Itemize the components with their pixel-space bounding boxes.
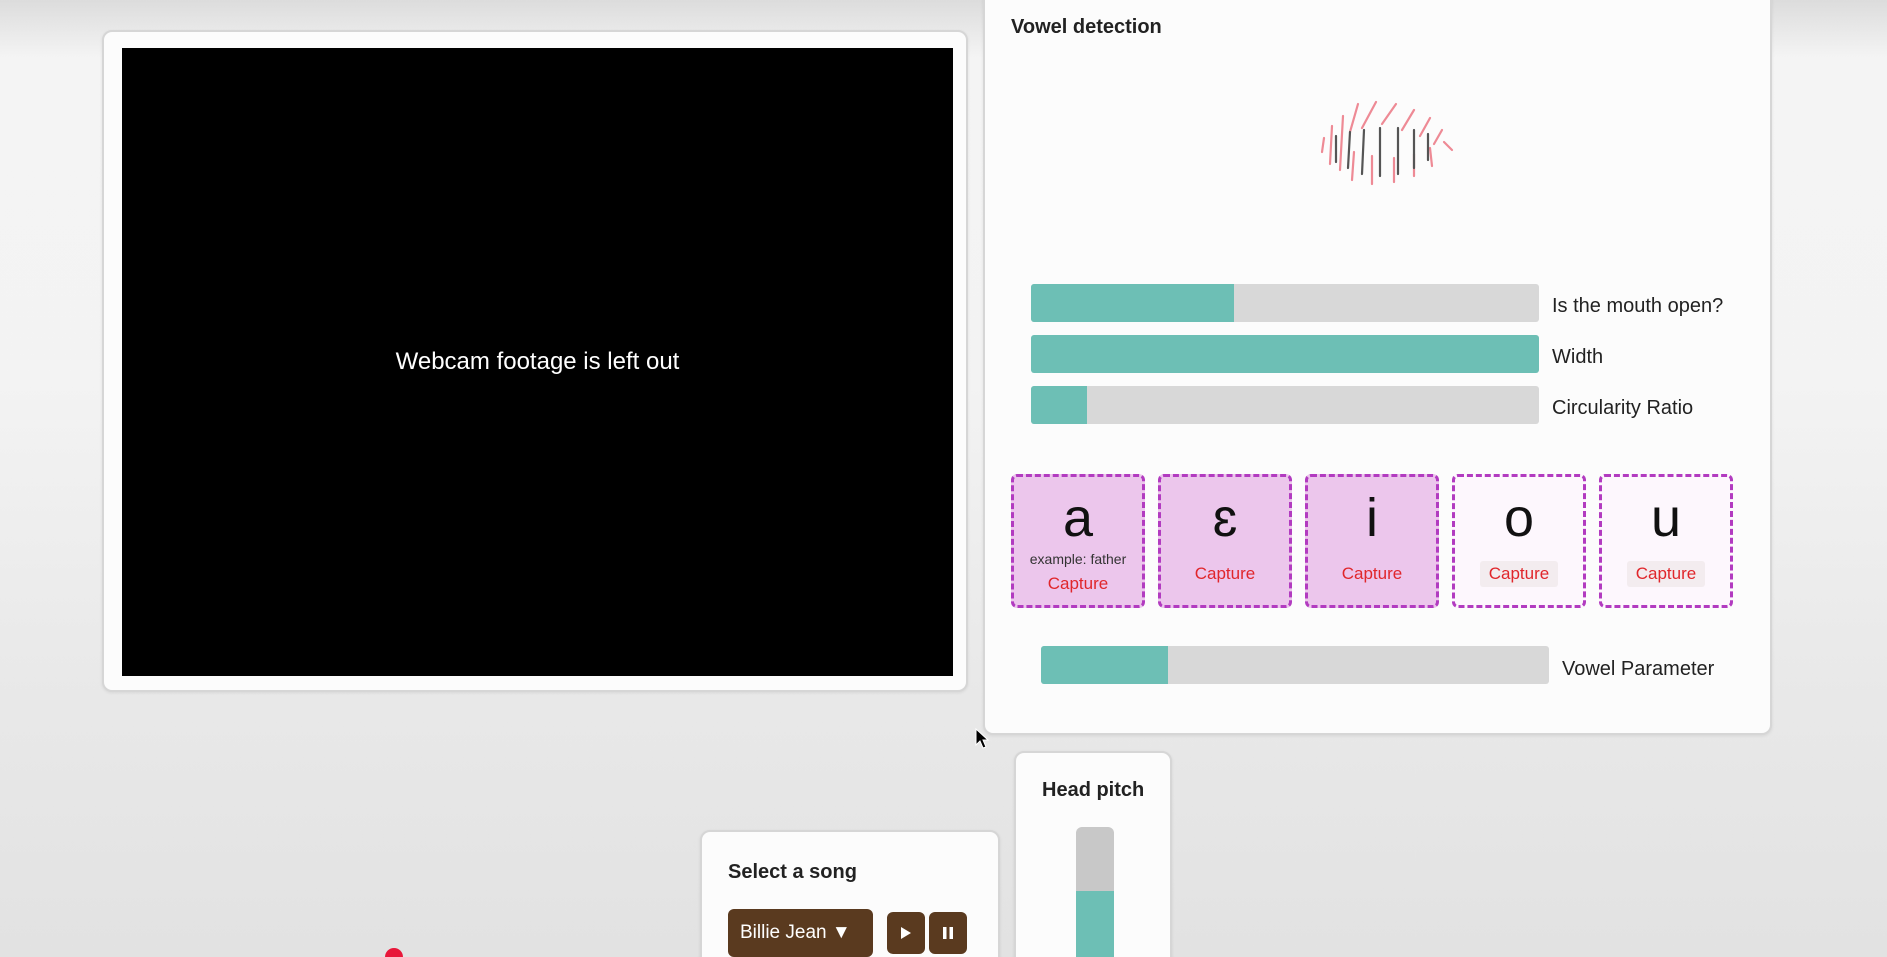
select-song-title: Select a song bbox=[728, 861, 857, 883]
head-pitch-meter-fill bbox=[1076, 891, 1114, 957]
vowel-glyph: a bbox=[1062, 488, 1094, 548]
mouth-open-bar bbox=[1031, 284, 1539, 322]
vowel-glyph: ɛ bbox=[1212, 488, 1238, 548]
vowel-card-a: a example: father Capture bbox=[1011, 474, 1145, 608]
vowel-example: example: father bbox=[1029, 551, 1127, 567]
vowel-parameter-bar-fill bbox=[1041, 646, 1168, 684]
capture-button-o[interactable]: Capture bbox=[1479, 561, 1559, 587]
width-bar bbox=[1031, 335, 1539, 373]
song-select-dropdown[interactable]: Billie Jean ▼ bbox=[728, 909, 873, 957]
capture-button-a[interactable]: Capture bbox=[1039, 571, 1117, 597]
vowel-card-i: i Capture bbox=[1305, 474, 1439, 608]
recording-indicator-icon bbox=[385, 948, 403, 957]
circularity-ratio-bar-fill bbox=[1031, 386, 1087, 424]
capture-button-u[interactable]: Capture bbox=[1626, 561, 1706, 587]
mouse-cursor-icon bbox=[975, 728, 989, 749]
vowel-detection-panel: Vowel detection Is the mouth open? Width… bbox=[983, 0, 1772, 735]
song-selector-panel: Select a song Billie Jean ▼ bbox=[700, 830, 1000, 957]
circularity-ratio-label: Circularity Ratio bbox=[1552, 397, 1694, 419]
webcam-view: Webcam footage is left out bbox=[122, 48, 953, 676]
play-button[interactable] bbox=[887, 912, 925, 954]
pause-icon bbox=[943, 927, 953, 939]
capture-button-i[interactable]: Capture bbox=[1333, 561, 1411, 587]
vowel-card-o: o Capture bbox=[1452, 474, 1586, 608]
play-icon bbox=[901, 927, 911, 939]
capture-button-epsilon[interactable]: Capture bbox=[1186, 561, 1264, 587]
vowel-glyph: o bbox=[1503, 488, 1535, 548]
vowel-card-epsilon: ɛ Capture bbox=[1158, 474, 1292, 608]
webcam-placeholder-text: Webcam footage is left out bbox=[395, 348, 680, 375]
pause-button[interactable] bbox=[929, 912, 967, 954]
width-bar-fill bbox=[1031, 335, 1539, 373]
mouth-landmarks-visualization bbox=[1320, 100, 1454, 186]
vowel-card-u: u Capture bbox=[1599, 474, 1733, 608]
vowel-parameter-label: Vowel Parameter bbox=[1562, 658, 1715, 680]
mouth-open-label: Is the mouth open? bbox=[1552, 295, 1724, 317]
vowel-parameter-bar bbox=[1041, 646, 1549, 684]
head-pitch-panel: Head pitch bbox=[1014, 751, 1172, 957]
webcam-panel: Webcam footage is left out bbox=[102, 30, 968, 692]
vowel-detection-title: Vowel detection bbox=[1011, 16, 1162, 38]
mouth-open-bar-fill bbox=[1031, 284, 1235, 322]
vowel-glyph: i bbox=[1366, 488, 1378, 548]
head-pitch-title: Head pitch bbox=[1042, 779, 1145, 801]
vowel-glyph: u bbox=[1650, 488, 1682, 548]
head-pitch-meter bbox=[1076, 827, 1114, 957]
width-label: Width bbox=[1552, 346, 1604, 368]
circularity-ratio-bar bbox=[1031, 386, 1539, 424]
